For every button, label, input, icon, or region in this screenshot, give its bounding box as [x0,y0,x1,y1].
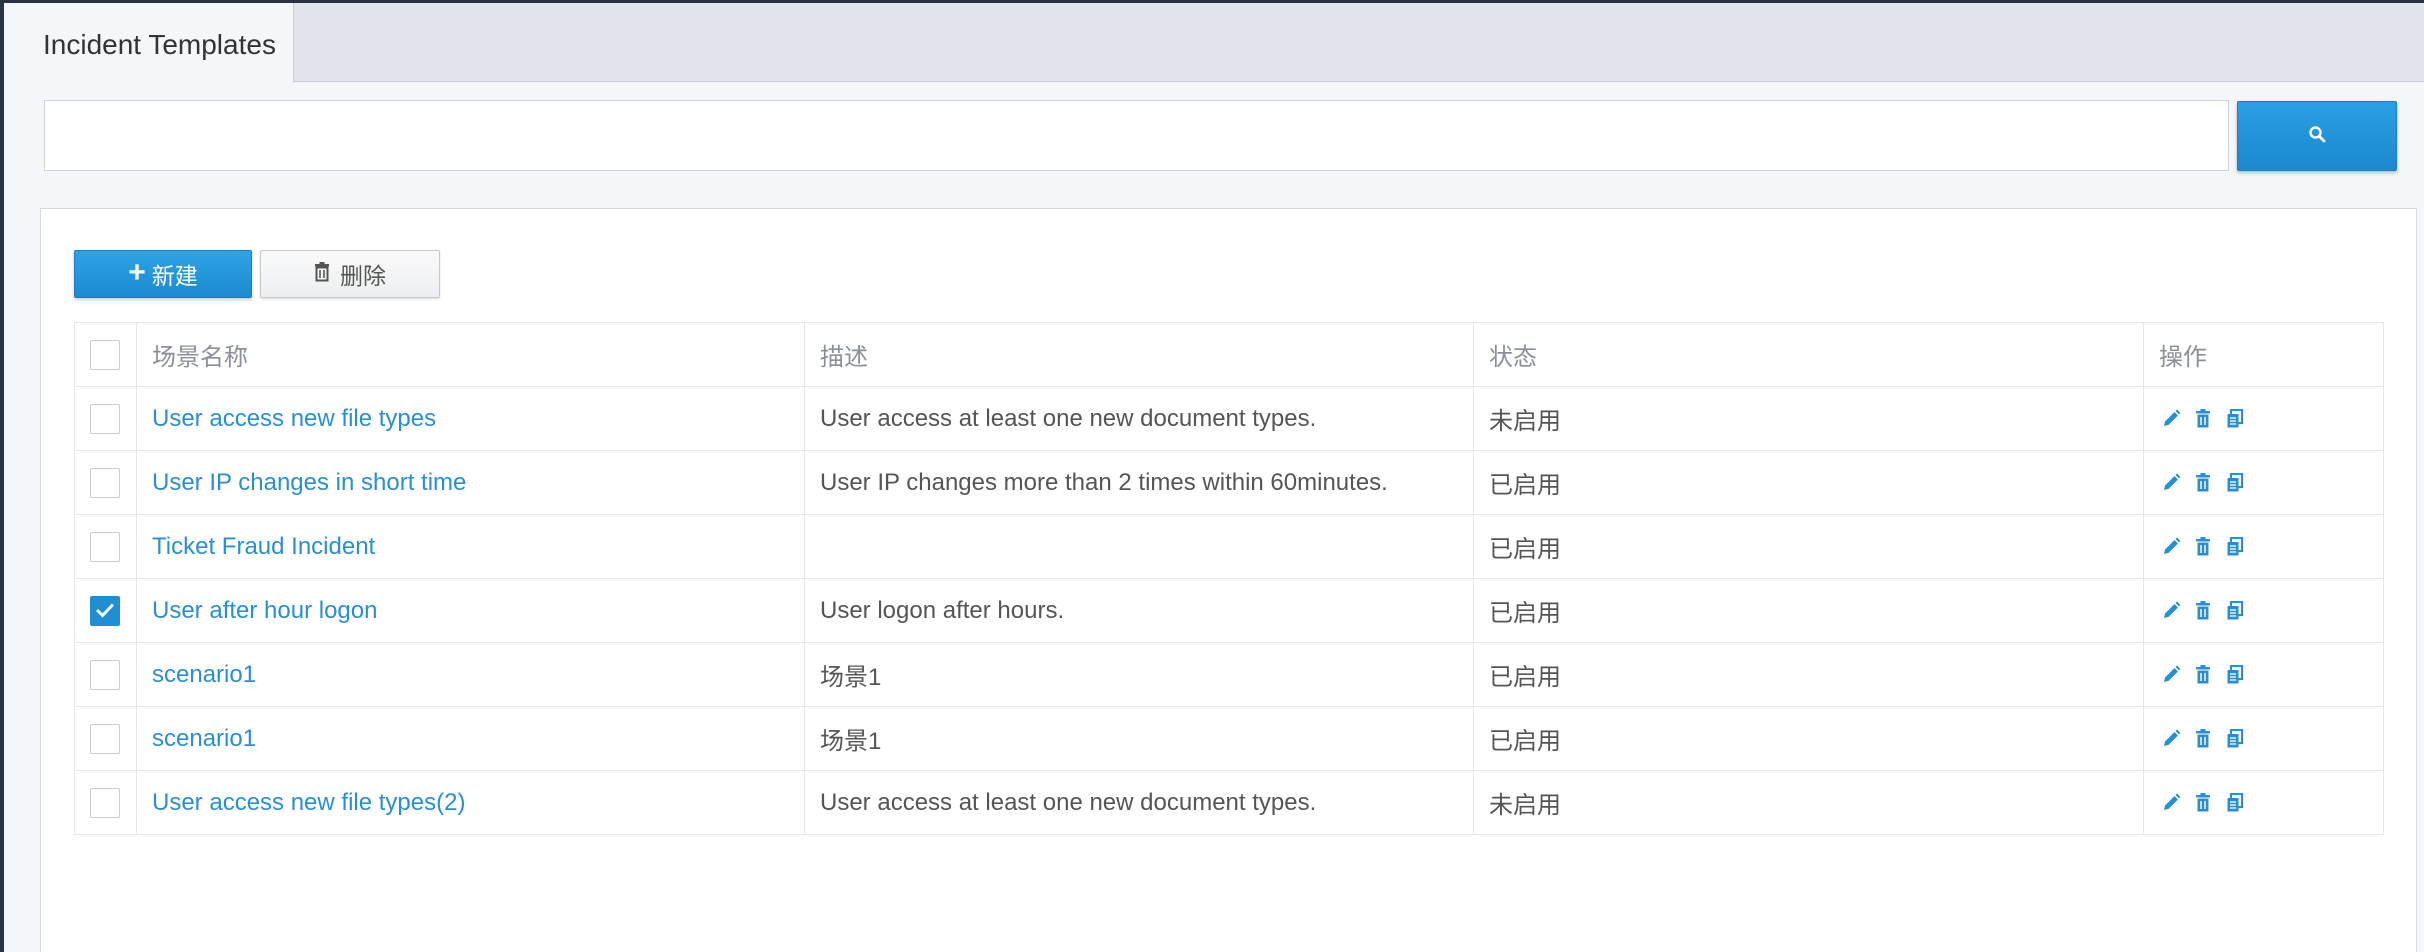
pencil-icon[interactable] [2159,535,2183,559]
window-frame-left [0,0,4,952]
copy-icon[interactable] [2223,407,2247,431]
plus-icon: + [128,255,146,289]
checkmark-icon [95,597,115,625]
trash-icon [314,261,330,288]
row-checkbox-cell [74,386,137,451]
row-checkbox-cell [74,770,137,835]
table-row[interactable]: scenario1 场景1 已启用 [74,706,2384,771]
row-actions [2143,642,2384,707]
row-actions [2143,578,2384,643]
row-actions [2143,770,2384,835]
pencil-icon[interactable] [2159,599,2183,623]
trash-icon[interactable] [2191,407,2215,431]
copy-icon[interactable] [2223,727,2247,751]
row-status: 未启用 [1473,386,2144,451]
row-checkbox[interactable] [90,467,120,498]
trash-icon[interactable] [2191,791,2215,815]
row-status: 已启用 [1473,514,2144,579]
row-name-link[interactable]: scenario1 [136,706,805,771]
table-row[interactable]: User IP changes in short time User IP cha… [74,450,2384,515]
header-name[interactable]: 场景名称 [136,322,805,387]
row-name-link[interactable]: scenario1 [136,642,805,707]
row-description [804,514,1474,579]
trash-icon[interactable] [2191,727,2215,751]
delete-button[interactable]: 删除 [260,250,440,298]
search-input[interactable] [44,100,2229,171]
select-all-checkbox[interactable] [90,339,120,370]
row-description: User IP changes more than 2 times within… [804,450,1474,515]
table-row[interactable]: User access new file types(2) User access… [74,770,2384,835]
table-row[interactable]: User access new file types User access at… [74,386,2384,451]
new-button-label: 新建 [151,263,198,289]
table-row[interactable]: Ticket Fraud Incident 已启用 [74,514,2384,579]
row-status: 已启用 [1473,450,2144,515]
header-description[interactable]: 描述 [804,322,1474,387]
row-checkbox[interactable] [90,723,120,754]
row-status: 已启用 [1473,706,2144,771]
copy-icon[interactable] [2223,791,2247,815]
row-description: User access at least one new document ty… [804,386,1474,451]
row-name-link[interactable]: User IP changes in short time [136,450,805,515]
header-checkbox-cell [74,322,137,387]
trash-icon[interactable] [2191,471,2215,495]
row-actions [2143,450,2384,515]
tab-bar [4,3,2424,82]
row-description: User logon after hours. [804,578,1474,643]
row-status: 未启用 [1473,770,2144,835]
row-checkbox[interactable] [90,787,120,818]
row-actions [2143,514,2384,579]
pencil-icon[interactable] [2159,471,2183,495]
pencil-icon[interactable] [2159,663,2183,687]
row-checkbox[interactable] [90,403,120,434]
row-checkbox-cell [74,514,137,579]
row-checkbox-cell [74,450,137,515]
delete-button-label: 删除 [340,263,386,289]
pencil-icon[interactable] [2159,791,2183,815]
copy-icon[interactable] [2223,599,2247,623]
pencil-icon[interactable] [2159,727,2183,751]
new-button[interactable]: + 新建 [74,250,252,298]
header-status[interactable]: 状态 [1473,322,2144,387]
table-row[interactable]: User after hour logon User logon after ho… [74,578,2384,643]
copy-icon[interactable] [2223,535,2247,559]
row-description: User access at least one new document ty… [804,770,1474,835]
row-name-link[interactable]: User access new file types(2) [136,770,805,835]
tab-incident-templates[interactable]: Incident Templates [4,3,294,83]
trash-icon[interactable] [2191,663,2215,687]
row-description: 场景1 [804,706,1474,771]
row-status: 已启用 [1473,578,2144,643]
row-name-link[interactable]: User after hour logon [136,578,805,643]
table-row[interactable]: scenario1 场景1 已启用 [74,642,2384,707]
trash-icon[interactable] [2191,535,2215,559]
row-checkbox-cell [74,642,137,707]
row-checkbox[interactable] [90,595,120,626]
row-checkbox-cell [74,706,137,771]
search-button[interactable] [2237,101,2397,171]
header-actions: 操作 [2143,322,2384,387]
row-name-link[interactable]: Ticket Fraud Incident [136,514,805,579]
copy-icon[interactable] [2223,471,2247,495]
row-checkbox[interactable] [90,531,120,562]
row-actions [2143,386,2384,451]
templates-table: 场景名称 描述 状态 操作 User access new file types… [74,322,2384,835]
search-icon [2308,125,2326,148]
pencil-icon[interactable] [2159,407,2183,431]
row-checkbox[interactable] [90,659,120,690]
copy-icon[interactable] [2223,663,2247,687]
row-actions [2143,706,2384,771]
table-header-row: 场景名称 描述 状态 操作 [74,322,2384,387]
row-checkbox-cell [74,578,137,643]
row-description: 场景1 [804,642,1474,707]
row-name-link[interactable]: User access new file types [136,386,805,451]
trash-icon[interactable] [2191,599,2215,623]
row-status: 已启用 [1473,642,2144,707]
